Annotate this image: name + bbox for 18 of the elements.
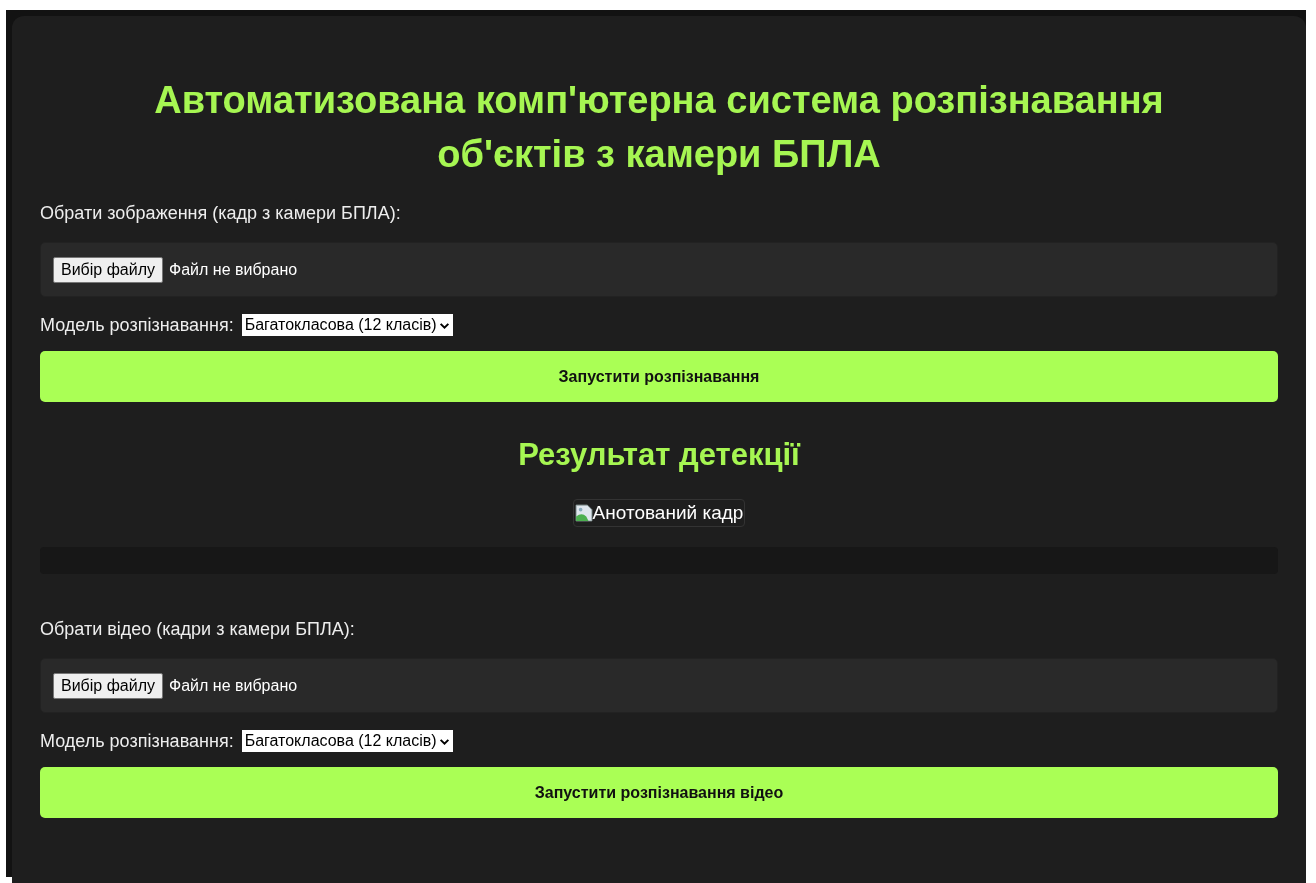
choose-file-button[interactable]: Вибір файлу [53, 672, 163, 699]
section-heading: Результат детекції [517, 436, 802, 474]
field-label: Обрати відео (кадри з камери БПЛА): [40, 619, 356, 640]
field-label: Обрати зображення (кадр з камери БПЛА): [40, 203, 402, 224]
file-input-field[interactable]: Вибір файлу Файл не вибрано [40, 242, 1278, 297]
file-status-text: Файл не вибрано [169, 260, 298, 279]
page-title: Автоматизована комп'ютерна система розпізнавання об'єктів з камери БПЛА [153, 78, 1165, 177]
model-select[interactable]: Багатокласова (12 класів) [241, 730, 453, 752]
broken-image: Анотований кадр [572, 499, 746, 527]
model-label: Модель розпізнавання: [40, 730, 234, 752]
broken-image-icon [574, 504, 593, 522]
model-label: Модель розпізнавання: [40, 314, 234, 336]
submit-button[interactable]: Запустити розпізнавання відео [40, 767, 1278, 818]
submit-button[interactable]: Запустити розпізнавання [40, 351, 1278, 402]
file-status-text: Файл не вибрано [169, 676, 298, 695]
model-select[interactable]: Багатокласова (12 класів) [241, 314, 453, 336]
choose-file-button[interactable]: Вибір файлу [53, 256, 163, 283]
file-input-field[interactable]: Вибір файлу Файл не вибрано [40, 658, 1278, 713]
